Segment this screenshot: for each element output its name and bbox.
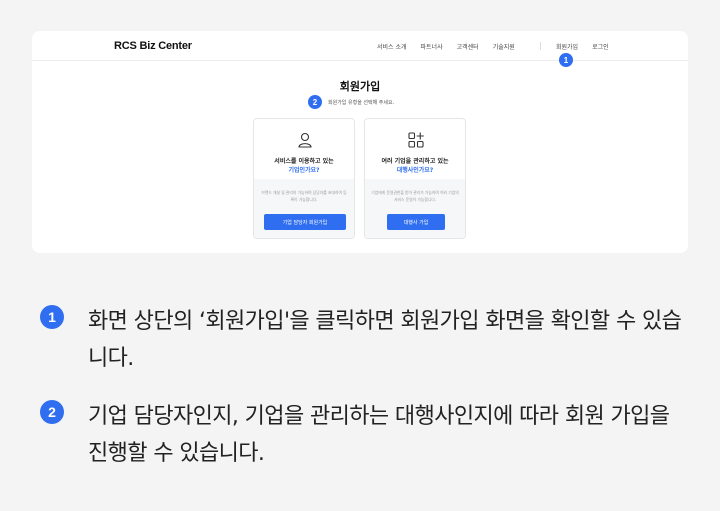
nav-menu: 서비스 소개 파트너사 고객센터 기술지원 [377,42,515,51]
instruction-2: 2 기업 담당자인지, 기업을 관리하는 대행사인지에 따라 회원 가입을 진행… [40,398,688,472]
card-question: 여러 기업을 관리하고 있는 [381,158,449,165]
login-link[interactable]: 로그인 [592,42,609,51]
instruction-text: 기업 담당자인지, 기업을 관리하는 대행사인지에 따라 회원 가입을 진행할 … [88,404,670,466]
card-header: 여러 기업을 관리하고 있는 대행사인가요? [365,119,465,179]
card-description: 브랜드 개설 및 관리의 가능하며 담당자를 초대하여 등록이 가능합니다. [261,190,347,202]
instruction-1: 1 화면 상단의 ‘회원가입'을 클릭하면 회원가입 화면을 확인할 수 있습니… [40,303,688,377]
grid-plus-icon [408,132,424,148]
instruction-number: 2 [40,400,64,424]
instruction-number: 1 [40,305,64,329]
page-subtitle: 회원가입 유형을 선택해 주세요. [328,99,395,106]
nav-item-partners[interactable]: 파트너사 [421,42,443,51]
card-description: 기업에게 운영권한을 받아 관리가 가능하며 여러 기업의 서비스 운영이 가능… [371,190,459,202]
agency-signup-button[interactable]: 대행사 가입 [387,214,445,230]
instruction-text: 화면 상단의 ‘회원가입'을 클릭하면 회원가입 화면을 확인할 수 있습니다. [88,309,682,371]
company-signup-button[interactable]: 기업 담당자 회원가입 [264,214,346,230]
top-navbar: RCS Biz Center 서비스 소개 파트너사 고객센터 기술지원 회원가… [32,31,688,61]
nav-item-service[interactable]: 서비스 소개 [377,42,407,51]
card-question-highlight: 대행사인가요? [396,167,434,174]
card-footer: 브랜드 개설 및 관리의 가능하며 담당자를 초대하여 등록이 가능합니다. 기… [254,179,354,238]
screenshot-panel: RCS Biz Center 서비스 소개 파트너사 고객센터 기술지원 회원가… [32,31,688,253]
nav-account: 회원가입 로그인 [556,42,609,51]
subtitle-row: 2 회원가입 유형을 선택해 주세요. [308,95,394,109]
signup-link[interactable]: 회원가입 [556,42,578,51]
step-marker-2: 2 [308,95,322,109]
card-question: 서비스를 이용하고 있는 [274,158,334,165]
person-icon [298,132,312,148]
company-member-card: 서비스를 이용하고 있는 기업인가요? 브랜드 개설 및 관리의 가능하며 담당… [253,118,355,239]
logo[interactable]: RCS Biz Center [114,40,192,52]
card-question-highlight: 기업인가요? [288,167,320,174]
card-footer: 기업에게 운영권한을 받아 관리가 가능하며 여러 기업의 서비스 운영이 가능… [365,179,465,238]
page-title: 회원가입 [339,80,381,93]
nav-item-tech[interactable]: 기술지원 [493,42,515,51]
nav-item-support[interactable]: 고객센터 [457,42,479,51]
card-header: 서비스를 이용하고 있는 기업인가요? [254,119,354,179]
agency-card: 여러 기업을 관리하고 있는 대행사인가요? 기업에게 운영권한을 받아 관리가… [364,118,466,239]
step-marker-1: 1 [559,53,573,67]
nav-divider [540,42,541,50]
